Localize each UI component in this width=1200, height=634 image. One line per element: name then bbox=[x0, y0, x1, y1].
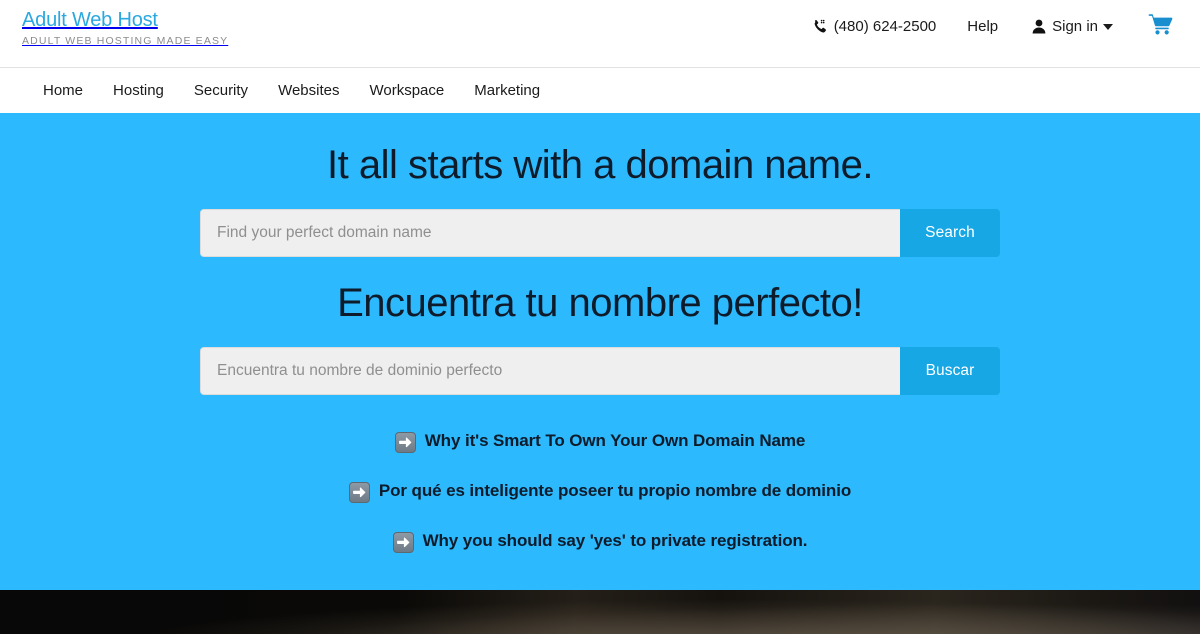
hero-title-spanish: Encuentra tu nombre perfecto! bbox=[337, 280, 863, 325]
help-label: Help bbox=[967, 18, 999, 35]
cart-button[interactable] bbox=[1130, 12, 1176, 41]
promo-link-label: Why it's Smart To Own Your Own Domain Na… bbox=[424, 431, 806, 451]
nav-item-websites[interactable]: Websites bbox=[263, 83, 354, 98]
promo-link-private-registration[interactable]: Why you should say 'yes' to private regi… bbox=[0, 531, 1200, 553]
hero-title-english: It all starts with a domain name. bbox=[327, 143, 873, 187]
chevron-down-icon bbox=[1103, 23, 1113, 30]
domain-search-button-spanish[interactable]: Buscar bbox=[900, 346, 1000, 395]
header-utility-nav: (480) 624-2500 Help Sign in bbox=[795, 0, 1176, 41]
hero-photo-band bbox=[0, 590, 1200, 634]
phone-number-link[interactable]: (480) 624-2500 bbox=[795, 19, 951, 35]
nav-item-workspace[interactable]: Workspace bbox=[354, 83, 459, 98]
nav-item-marketing[interactable]: Marketing bbox=[459, 83, 555, 98]
nav-item-home[interactable]: Home bbox=[28, 83, 98, 98]
right-arrow-icon bbox=[394, 431, 416, 453]
right-arrow-icon bbox=[348, 481, 370, 503]
hero-section: It all starts with a domain name. Search… bbox=[0, 113, 1200, 590]
brand-name: Adult Web Host bbox=[22, 9, 158, 31]
promo-link-label: Por qué es inteligente poseer tu propio … bbox=[378, 481, 852, 501]
domain-search-input-english[interactable] bbox=[200, 208, 900, 257]
domain-search-input-spanish[interactable] bbox=[200, 346, 900, 395]
sign-in-label: Sign in bbox=[1052, 18, 1098, 35]
promo-link-nombre-dominio[interactable]: Por qué es inteligente poseer tu propio … bbox=[0, 481, 1200, 503]
promo-link-list: Why it's Smart To Own Your Own Domain Na… bbox=[0, 431, 1200, 553]
promo-link-own-domain[interactable]: Why it's Smart To Own Your Own Domain Na… bbox=[0, 431, 1200, 453]
brand-logo[interactable]: Adult Web Host ADULT WEB HOSTING MADE EA… bbox=[22, 0, 228, 47]
right-arrow-icon bbox=[392, 531, 414, 553]
domain-search-button-english[interactable]: Search bbox=[900, 208, 1000, 257]
domain-search-english: Search bbox=[200, 208, 1000, 257]
main-navigation: Home Hosting Security Websites Workspace… bbox=[0, 68, 1200, 113]
promo-link-label: Why you should say 'yes' to private regi… bbox=[422, 531, 808, 551]
phone-number-text: (480) 624-2500 bbox=[833, 18, 937, 35]
domain-search-spanish: Buscar bbox=[200, 346, 1000, 395]
nav-item-security[interactable]: Security bbox=[179, 83, 263, 98]
sign-in-menu[interactable]: Sign in bbox=[1015, 19, 1130, 34]
brand-tagline: ADULT WEB HOSTING MADE EASY bbox=[22, 35, 229, 47]
site-header: Adult Web Host ADULT WEB HOSTING MADE EA… bbox=[0, 0, 1200, 68]
nav-item-hosting[interactable]: Hosting bbox=[98, 83, 179, 98]
user-icon bbox=[1032, 19, 1046, 34]
help-link[interactable]: Help bbox=[950, 19, 1015, 34]
phone-icon bbox=[812, 19, 828, 35]
shopping-cart-icon bbox=[1148, 12, 1174, 41]
